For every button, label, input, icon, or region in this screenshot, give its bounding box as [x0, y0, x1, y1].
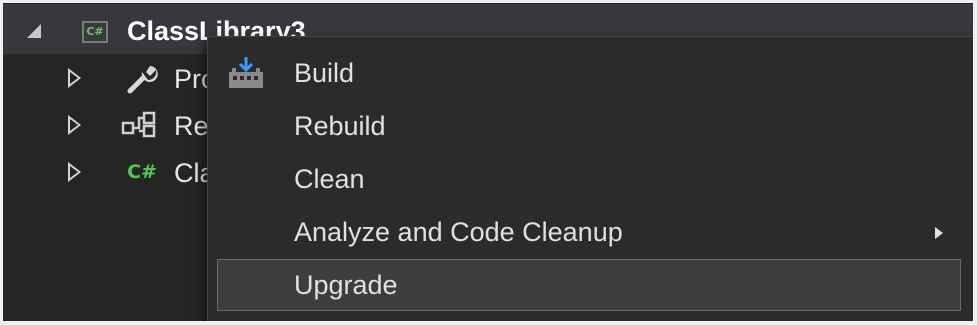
wrench-icon	[124, 60, 160, 96]
menu-item-label: Analyze and Code Cleanup	[294, 217, 623, 247]
tree-item-label: Re	[174, 111, 209, 141]
screenshot-canvas: C# ClassLibrary3 Pro Re C# Cla Build Reb…	[0, 0, 977, 325]
screenshot-border-top	[0, 0, 977, 3]
context-menu: Build Rebuild Clean Analyze and Code Cle…	[207, 36, 977, 325]
csharp-file-icon: C#	[127, 161, 157, 183]
references-icon	[120, 110, 160, 140]
menu-item-upgrade[interactable]: Upgrade	[217, 259, 961, 311]
build-icon	[227, 57, 265, 91]
collapsed-caret-icon[interactable]	[68, 68, 81, 88]
menu-item-rebuild[interactable]: Rebuild	[208, 100, 976, 153]
submenu-arrow-icon	[935, 227, 943, 239]
expanded-caret-icon[interactable]	[27, 24, 41, 38]
screenshot-border-right	[973, 0, 977, 325]
menu-item-clean[interactable]: Clean	[208, 153, 976, 206]
csharp-project-icon: C#	[82, 21, 108, 43]
menu-item-label: Build	[294, 58, 355, 88]
menu-item-label: Rebuild	[294, 111, 386, 141]
screenshot-border-left	[0, 0, 3, 325]
menu-item-label: Clean	[294, 164, 365, 194]
collapsed-caret-icon[interactable]	[68, 115, 81, 135]
screenshot-border-bottom	[0, 321, 977, 325]
menu-item-analyze-and-code-cleanup[interactable]: Analyze and Code Cleanup	[208, 206, 976, 259]
menu-item-build[interactable]: Build	[208, 47, 976, 100]
menu-item-label: Upgrade	[294, 270, 398, 300]
collapsed-caret-icon[interactable]	[68, 162, 81, 182]
